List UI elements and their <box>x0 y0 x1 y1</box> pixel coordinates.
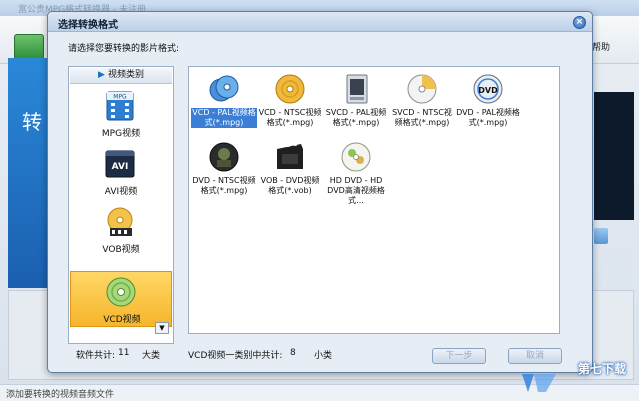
format-item-dvd-ntsc[interactable]: DVD - NTSC视频格式(*.mpg) <box>191 139 257 203</box>
dialog-prompt: 请选择您要转换的影片格式: <box>68 44 180 54</box>
format-item-hd-dvd[interactable]: HD DVD - HD DVD高清视频格式... <box>323 139 389 205</box>
format-item-vob-dvd[interactable]: VOB - DVD视频格式(*.vob) <box>257 139 323 203</box>
format-label: HD DVD - HD DVD高清视频格式... <box>327 176 385 205</box>
add-file-icon[interactable] <box>14 34 44 60</box>
preview-button[interactable] <box>594 228 608 244</box>
vcd-ntsc-icon <box>275 74 305 104</box>
category-total-label: VCD视频一类别中共计: <box>188 351 283 361</box>
category-item-vcd[interactable]: VCD视频 <box>70 271 172 327</box>
dvd-ntsc-icon <box>209 142 239 172</box>
format-grid: VCD - PAL视频格式(*.mpg) VCD - NTSC视频格式(*.mp… <box>188 66 560 334</box>
watermark-logo <box>522 374 556 392</box>
software-total-label: 软件共计: <box>76 351 116 361</box>
format-label: SVCD - NTSC视频格式(*.mpg) <box>392 108 452 127</box>
vcd-pal-icon <box>209 75 239 102</box>
vob-dvd-icon <box>277 143 303 169</box>
hd-dvd-icon <box>341 142 371 172</box>
next-button[interactable]: 下一步 <box>432 348 486 364</box>
format-label: DVD - NTSC视频格式(*.mpg) <box>192 176 256 195</box>
format-item-vcd-pal[interactable]: VCD - PAL视频格式(*.mpg) <box>191 71 257 135</box>
help-menu[interactable]: 帮助 <box>592 40 610 53</box>
site-watermark: 第七下载 <box>520 360 632 396</box>
format-label: DVD - PAL视频格式(*.mpg) <box>456 108 520 127</box>
vcd-icon <box>106 277 136 307</box>
format-item-dvd-pal[interactable]: DVD DVD - PAL视频格式(*.mpg) <box>455 71 521 135</box>
mpg-icon: MPG <box>106 91 134 121</box>
watermark-text: 第七下载 <box>578 362 627 376</box>
chevron-down-icon[interactable]: ▼ <box>155 322 169 334</box>
category-item-avi[interactable]: AVI AVI视频 <box>70 144 172 200</box>
format-label: VOB - DVD视频格式(*.vob) <box>260 176 320 195</box>
preview-panel <box>594 92 634 220</box>
format-dialog: 选择转换格式 × 请选择您要转换的影片格式: ▶ 视频类别 MPG MPG视频 A… <box>47 11 593 373</box>
format-label: SVCD - PAL视频格式(*.mpg) <box>325 108 387 127</box>
category-label: AVI视频 <box>104 187 138 197</box>
status-text: 添加要转换的视频音频文件 <box>6 390 115 400</box>
svcd-ntsc-icon <box>407 74 437 104</box>
format-item-svcd-ntsc[interactable]: SVCD - NTSC视频格式(*.mpg) <box>389 71 455 135</box>
format-label: VCD - PAL视频格式(*.mpg) <box>191 108 257 128</box>
svg-text:AVI: AVI <box>112 162 129 172</box>
category-label: MPG视频 <box>101 129 141 139</box>
close-icon[interactable]: × <box>573 16 586 29</box>
dvd-pal-icon: DVD <box>473 74 503 104</box>
category-item-vob[interactable]: VOB视频 <box>70 202 172 258</box>
left-banner-text: 转 <box>22 110 42 134</box>
category-total-unit: 小类 <box>314 351 333 361</box>
category-label: VOB视频 <box>102 245 140 255</box>
category-list: ▶ 视频类别 MPG MPG视频 AVI AVI视频 VOB视频 VCD视频 ▼ <box>68 66 174 344</box>
category-header: ▶ 视频类别 <box>70 68 172 84</box>
software-total-unit: 大类 <box>142 351 161 361</box>
svcd-pal-icon <box>346 74 368 104</box>
category-header-label: 视频类别 <box>107 70 144 80</box>
avi-icon: AVI <box>105 150 135 178</box>
software-total-value: 11 <box>118 348 130 358</box>
svg-text:MPG: MPG <box>113 94 127 101</box>
dialog-title: 选择转换格式 <box>58 20 118 31</box>
category-item-mpg[interactable]: MPG MPG视频 <box>70 86 172 142</box>
format-label: VCD - NTSC视频格式(*.mpg) <box>258 108 322 127</box>
vob-icon <box>107 207 133 236</box>
dialog-titlebar: 选择转换格式 × <box>48 12 592 32</box>
category-total-value: 8 <box>290 348 296 358</box>
left-banner <box>8 58 48 288</box>
format-item-vcd-ntsc[interactable]: VCD - NTSC视频格式(*.mpg) <box>257 71 323 135</box>
svg-text:DVD: DVD <box>478 86 498 95</box>
format-item-svcd-pal[interactable]: SVCD - PAL视频格式(*.mpg) <box>323 71 389 135</box>
triangle-right-icon: ▶ <box>98 70 105 80</box>
